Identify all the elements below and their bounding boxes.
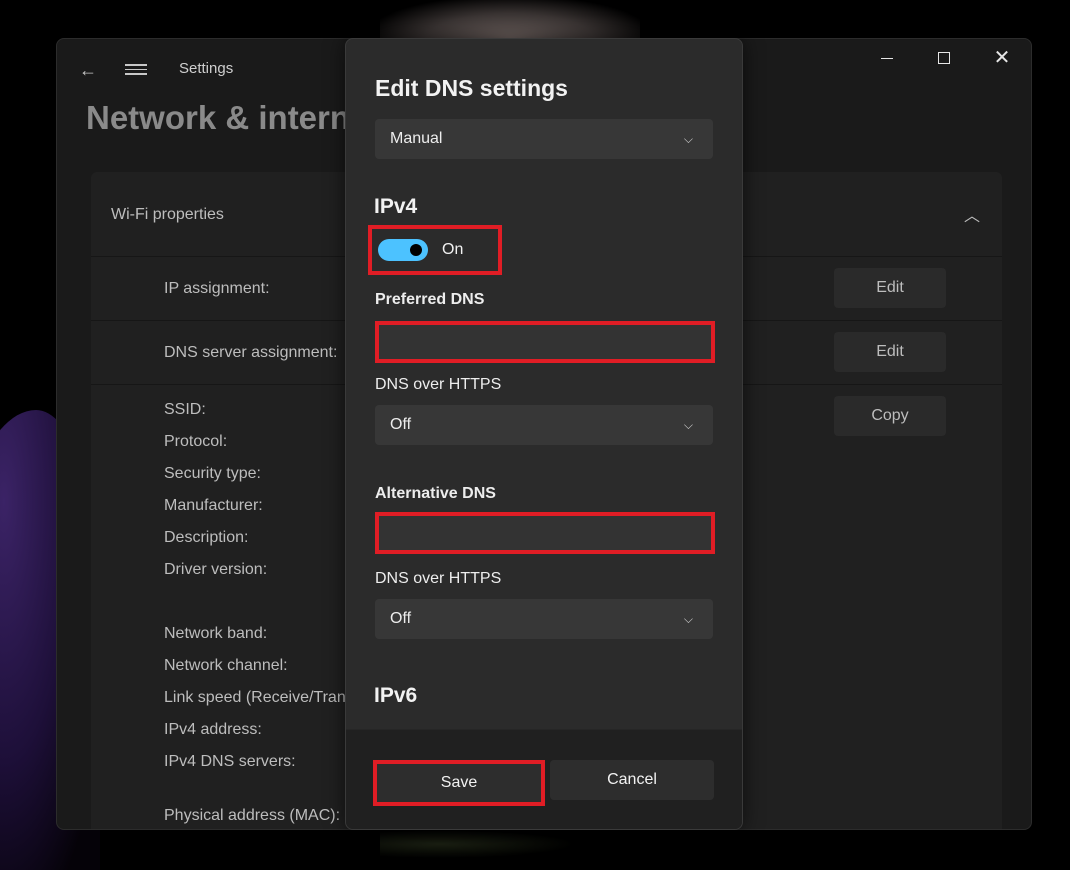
minimize-button[interactable] [857, 39, 915, 79]
edit-ip-button[interactable]: Edit [834, 268, 946, 308]
app-title: Settings [179, 60, 234, 77]
save-button[interactable]: Save [373, 760, 545, 806]
page-title: Network & internet [86, 99, 380, 136]
ipv6-heading: IPv6 [374, 684, 418, 707]
alternative-doh-select[interactable]: Off ⌵ [375, 599, 713, 639]
preferred-doh-label: DNS over HTTPS [375, 376, 502, 393]
alternative-doh-value: Off [390, 610, 412, 627]
wifi-properties-label: Wi-Fi properties [111, 206, 224, 223]
alternative-dns-field-highlight [375, 512, 715, 554]
preferred-doh-value: Off [390, 416, 412, 433]
preferred-doh-select[interactable]: Off ⌵ [375, 405, 713, 445]
caption-buttons: ✕ [857, 39, 1031, 79]
ipv4-toggle-state: On [442, 241, 464, 258]
dialog-title: Edit DNS settings [375, 75, 568, 101]
copy-button[interactable]: Copy [834, 396, 946, 436]
chevron-down-icon: ⌵ [683, 612, 693, 626]
dns-mode-value: Manual [390, 130, 443, 147]
toggle-knob [410, 244, 422, 256]
back-arrow-icon: ← [79, 60, 97, 80]
edit-dns-button[interactable]: Edit [834, 332, 946, 372]
dialog-footer: Save Cancel [346, 729, 742, 829]
cancel-button[interactable]: Cancel [550, 760, 714, 800]
wallpaper-art [380, 0, 640, 38]
preferred-dns-label: Preferred DNS [375, 291, 485, 308]
ipv4-toggle-highlight: On [368, 225, 502, 275]
preferred-dns-field-highlight [375, 321, 715, 363]
ipv4-toggle[interactable] [378, 239, 428, 261]
dns-mode-select[interactable]: Manual ⌵ [375, 119, 713, 159]
maximize-button[interactable] [915, 39, 973, 79]
alternative-dns-input[interactable] [379, 516, 711, 550]
chevron-down-icon: ⌵ [683, 132, 693, 146]
ipv4-heading: IPv4 [374, 195, 418, 218]
wallpaper-art [380, 830, 580, 858]
alternative-dns-label: Alternative DNS [375, 485, 496, 502]
hamburger-menu-icon[interactable] [125, 61, 147, 79]
dns-assignment-label: DNS server assignment: [164, 344, 338, 361]
chevron-up-icon[interactable]: ︿ [964, 202, 980, 226]
chevron-down-icon: ⌵ [683, 418, 693, 432]
close-button[interactable]: ✕ [973, 39, 1031, 79]
edit-dns-dialog: Edit DNS settings Manual ⌵ IPv4 On Prefe… [345, 38, 743, 830]
alternative-doh-label: DNS over HTTPS [375, 570, 502, 587]
ip-assignment-label: IP assignment: [164, 280, 270, 297]
preferred-dns-input[interactable] [379, 325, 711, 359]
close-icon: ✕ [993, 47, 1011, 69]
back-button[interactable]: ← [77, 59, 99, 81]
